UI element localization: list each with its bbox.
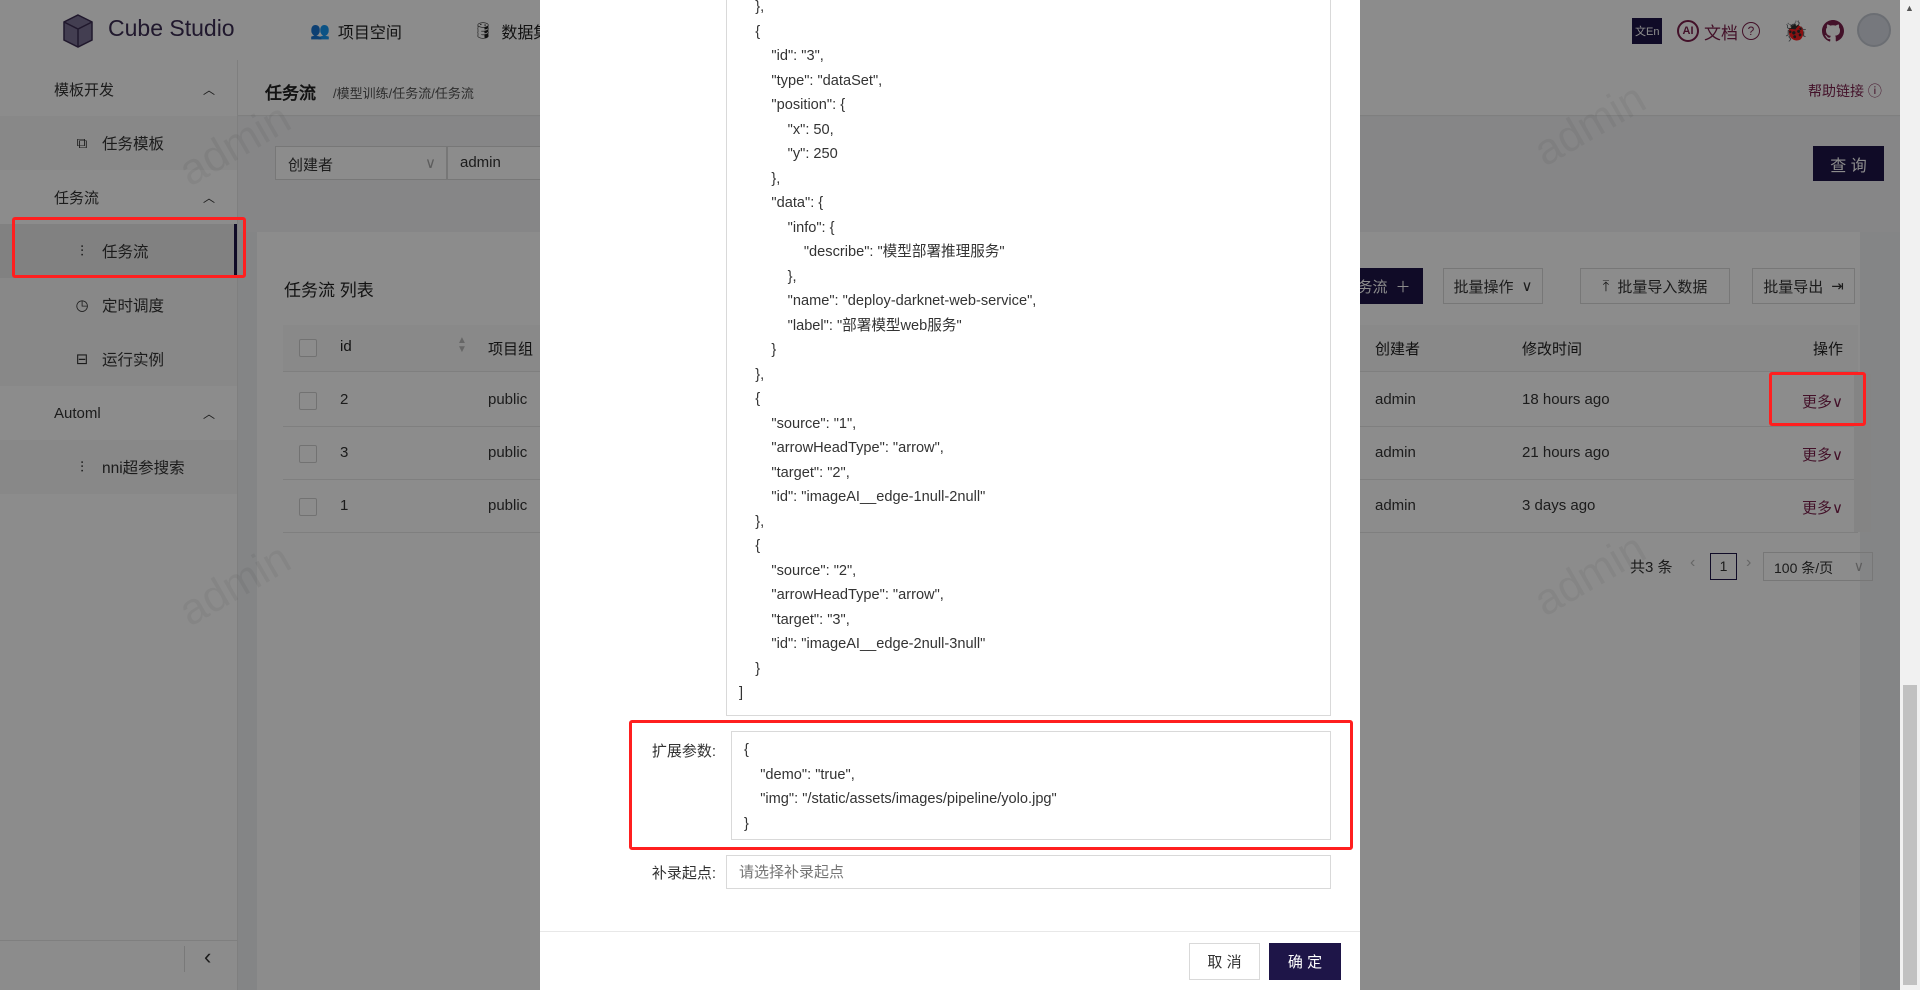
highlight-box-sidebar bbox=[12, 217, 246, 278]
cancel-button[interactable]: 取 消 bbox=[1189, 943, 1260, 980]
highlight-box-expand-params bbox=[629, 720, 1353, 850]
dag-json-textarea[interactable]: }, { "id": "3", "type": "dataSet", "posi… bbox=[726, 0, 1331, 716]
page-scrollbar[interactable]: ▲ bbox=[1900, 0, 1920, 990]
backfill-input[interactable] bbox=[726, 855, 1331, 889]
divider bbox=[540, 931, 1360, 932]
ok-button[interactable]: 确 定 bbox=[1269, 943, 1341, 980]
backfill-label: 补录起点: bbox=[651, 865, 716, 882]
highlight-box-more bbox=[1769, 372, 1866, 426]
scrollbar-thumb[interactable] bbox=[1903, 685, 1917, 985]
scroll-up-icon[interactable]: ▲ bbox=[1905, 3, 1914, 13]
